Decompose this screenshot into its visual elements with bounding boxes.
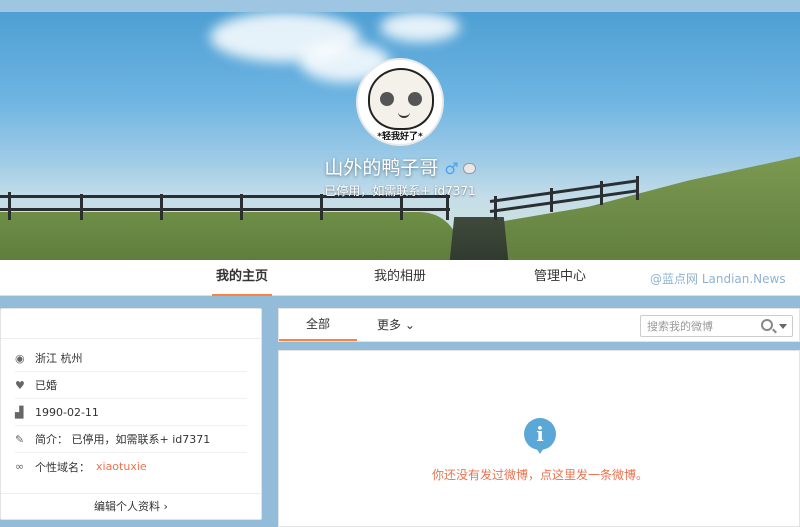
info-bio: ✎ 简介： 已停用，如需联系+ id7371 (15, 426, 247, 453)
profile-info-card: ◉ 浙江 杭州 ♥ 已婚 ▟ 1990-02-11 ✎ 简介： 已停用，如需联系… (0, 308, 262, 520)
chevron-down-icon[interactable] (779, 324, 787, 329)
domain-link[interactable]: xiaotuxie (96, 460, 147, 473)
avatar-mouth (398, 112, 410, 118)
info-location: ◉ 浙江 杭州 (15, 345, 247, 372)
domain-label: 个性域名： (35, 460, 90, 474)
edit-profile-link[interactable]: 编辑个人资料 › (1, 493, 261, 519)
info-relationship: ♥ 已婚 (15, 372, 247, 399)
avatar-eye (408, 92, 422, 106)
search-input[interactable] (647, 318, 755, 334)
cover-banner: *轻我好了* 山外的鸭子哥 ♂ 已停用，如需联系+ id7371 (0, 12, 800, 260)
tab-manage-center[interactable]: 管理中心 (530, 260, 590, 296)
profile-name[interactable]: 山外的鸭子哥 (324, 157, 438, 179)
bio-icon: ✎ (15, 432, 25, 446)
fence-rail (0, 208, 450, 211)
tab-more-dropdown[interactable]: 更多 ⌄ (377, 309, 415, 341)
tab-my-album[interactable]: 我的相册 (370, 260, 430, 296)
info-domain: ∞ 个性域名： xiaotuxie (15, 453, 247, 480)
watermark: @蓝点网 Landian.News (650, 272, 786, 286)
stone-path (448, 217, 510, 260)
tab-all[interactable]: 全部 (279, 309, 357, 341)
top-strip (0, 0, 800, 12)
hill-left (0, 212, 460, 260)
info-icon: i (524, 418, 556, 454)
birthday-icon: ▟ (15, 405, 24, 419)
avatar-face (368, 68, 434, 130)
tab-my-home[interactable]: 我的主页 (212, 260, 272, 296)
search-box (640, 315, 793, 337)
location-text: 浙江 杭州 (35, 352, 83, 365)
feed-tabs: 全部 更多 ⌄ (278, 308, 800, 342)
info-birthday: ▟ 1990-02-11 (15, 399, 247, 426)
location-icon: ◉ (15, 351, 25, 365)
empty-feed-message[interactable]: 你还没有发过微博，点这里发一条微博。 (279, 466, 800, 483)
feed-panel: i 你还没有发过微博，点这里发一条微博。 (278, 350, 800, 527)
profile-bio-line: 已停用，如需联系+ id7371 (324, 184, 476, 198)
birthday-text: 1990-02-11 (35, 405, 99, 419)
bio-text: 简介： 已停用，如需联系+ id7371 (35, 433, 211, 446)
cloud (380, 12, 460, 42)
level-badge-icon[interactable] (462, 163, 476, 174)
fence-post (494, 196, 497, 220)
card-header (1, 309, 261, 339)
search-icon[interactable] (761, 319, 773, 331)
avatar-eye (380, 92, 394, 106)
relationship-icon: ♥ (15, 378, 25, 392)
relationship-text: 已婚 (35, 379, 57, 392)
link-icon: ∞ (15, 460, 25, 473)
avatar-caption: *轻我好了* (377, 132, 423, 142)
profile-nav: 我的主页 我的相册 管理中心 @蓝点网 Landian.News (0, 260, 800, 296)
avatar[interactable]: *轻我好了* (356, 58, 444, 146)
profile-name-row: 山外的鸭子哥 ♂ (0, 153, 800, 180)
male-icon: ♂ (444, 159, 459, 178)
